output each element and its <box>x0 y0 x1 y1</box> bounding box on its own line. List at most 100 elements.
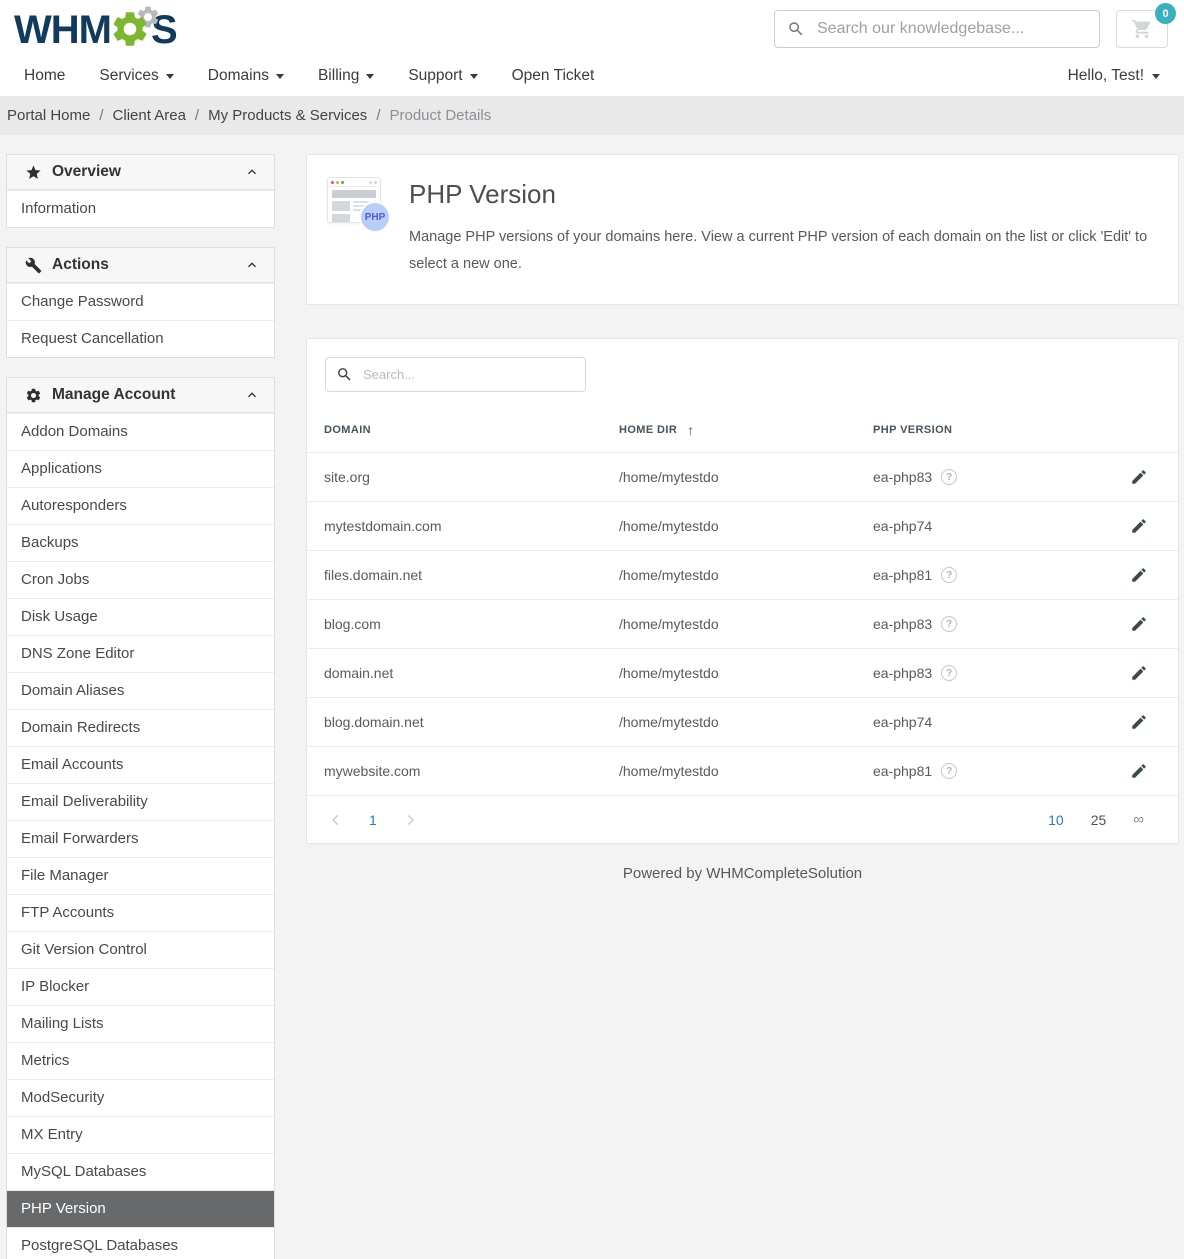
sidebar-item-mailing-lists[interactable]: Mailing Lists <box>7 1005 274 1042</box>
sidebar-item-mx-entry[interactable]: MX Entry <box>7 1116 274 1153</box>
home-dir-cell: /home/mytestdo <box>619 714 873 730</box>
php-version-cell: ea-php74 <box>873 714 932 730</box>
page-size-10[interactable]: 10 <box>1048 812 1064 828</box>
whmcs-logo[interactable]: WHM S <box>14 6 177 52</box>
edit-button[interactable] <box>1124 511 1154 541</box>
chevron-down-icon <box>366 74 374 79</box>
pencil-icon <box>1130 762 1148 780</box>
logo-text-whm: WHM <box>14 8 111 52</box>
gear-icon <box>109 8 151 50</box>
sidebar-item-ip-blocker[interactable]: IP Blocker <box>7 968 274 1005</box>
top-header: WHM S 0 <box>0 0 1184 56</box>
chevron-down-icon <box>166 74 174 79</box>
previous-page-icon[interactable] <box>329 813 343 827</box>
sidebar-item-applications[interactable]: Applications <box>7 450 274 487</box>
sidebar-item-addon-domains[interactable]: Addon Domains <box>7 413 274 450</box>
breadcrumb-my-products[interactable]: My Products & Services <box>208 107 367 124</box>
domain-cell: mywebsite.com <box>324 763 619 779</box>
edit-button[interactable] <box>1124 658 1154 688</box>
cart-button[interactable]: 0 <box>1116 10 1168 48</box>
sidebar-item-git-version-control[interactable]: Git Version Control <box>7 931 274 968</box>
table-row: blog.com /home/mytestdo ea-php83? <box>307 599 1178 648</box>
next-page-icon[interactable] <box>403 813 417 827</box>
main-content: PHP PHP Version Manage PHP versions of y… <box>306 154 1179 912</box>
breadcrumb-separator: / <box>99 107 103 124</box>
sidebar-item-dns-zone-editor[interactable]: DNS Zone Editor <box>7 635 274 672</box>
table-search <box>325 357 586 392</box>
page-size-25[interactable]: 25 <box>1091 812 1107 828</box>
nav-item-billing[interactable]: Billing <box>318 67 374 85</box>
pencil-icon <box>1130 713 1148 731</box>
sidebar-item-email-deliverability[interactable]: Email Deliverability <box>7 783 274 820</box>
sidebar-item-metrics[interactable]: Metrics <box>7 1042 274 1079</box>
sidebar-panel-overview: Overview Information <box>6 154 275 228</box>
nav-item-open-ticket[interactable]: Open Ticket <box>512 67 595 85</box>
logo-gears <box>109 6 153 52</box>
sidebar-item-autoresponders[interactable]: Autoresponders <box>7 487 274 524</box>
chevron-down-icon <box>470 74 478 79</box>
page-size-all-icon[interactable]: ∞ <box>1133 811 1144 828</box>
sidebar-item-domain-redirects[interactable]: Domain Redirects <box>7 709 274 746</box>
domain-cell: site.org <box>324 469 619 485</box>
edit-button[interactable] <box>1124 756 1154 786</box>
help-icon[interactable]: ? <box>941 616 957 632</box>
edit-button[interactable] <box>1124 462 1154 492</box>
sidebar-item-information[interactable]: Information <box>7 190 274 227</box>
user-account-menu[interactable]: Hello, Test! <box>1068 67 1160 85</box>
domain-cell: files.domain.net <box>324 567 619 583</box>
help-icon[interactable]: ? <box>941 665 957 681</box>
sidebar-item-backups[interactable]: Backups <box>7 524 274 561</box>
nav-item-support[interactable]: Support <box>408 67 477 85</box>
help-icon[interactable]: ? <box>941 567 957 583</box>
breadcrumb-current-page: Product Details <box>389 107 491 124</box>
pencil-icon <box>1130 517 1148 535</box>
sidebar-item-disk-usage[interactable]: Disk Usage <box>7 598 274 635</box>
table-search-input[interactable] <box>363 367 575 382</box>
nav-item-domains[interactable]: Domains <box>208 67 284 85</box>
search-icon <box>336 366 353 383</box>
star-icon <box>25 164 42 181</box>
sidebar-item-mysql-databases[interactable]: MySQL Databases <box>7 1153 274 1190</box>
column-header-php-version[interactable]: PHP VERSION <box>873 424 1124 436</box>
column-header-domain[interactable]: DOMAIN <box>324 424 619 436</box>
breadcrumb: Portal Home / Client Area / My Products … <box>0 96 1184 135</box>
sidebar-item-email-accounts[interactable]: Email Accounts <box>7 746 274 783</box>
edit-button[interactable] <box>1124 707 1154 737</box>
sidebar-item-modsecurity[interactable]: ModSecurity <box>7 1079 274 1116</box>
chevron-down-icon <box>276 74 284 79</box>
domain-cell: mytestdomain.com <box>324 518 619 534</box>
edit-button[interactable] <box>1124 560 1154 590</box>
chevron-up-icon <box>244 257 260 273</box>
sidebar-item-request-cancellation[interactable]: Request Cancellation <box>7 320 274 357</box>
domain-cell: domain.net <box>324 665 619 681</box>
column-header-home-dir[interactable]: HOME DIR↑ <box>619 422 873 438</box>
breadcrumb-portal-home[interactable]: Portal Home <box>7 107 90 124</box>
panel-header-actions[interactable]: Actions <box>7 248 274 283</box>
php-version-cell: ea-php81 <box>873 763 932 779</box>
php-version-cell: ea-php81 <box>873 567 932 583</box>
help-icon[interactable]: ? <box>941 469 957 485</box>
nav-item-home[interactable]: Home <box>24 67 65 85</box>
chevron-up-icon <box>244 164 260 180</box>
page-number[interactable]: 1 <box>369 812 377 828</box>
panel-header-manage-account[interactable]: Manage Account <box>7 378 274 413</box>
panel-header-overview[interactable]: Overview <box>7 155 274 190</box>
sidebar-item-change-password[interactable]: Change Password <box>7 283 274 320</box>
php-version-cell: ea-php74 <box>873 518 932 534</box>
sidebar-item-email-forwarders[interactable]: Email Forwarders <box>7 820 274 857</box>
home-dir-cell: /home/mytestdo <box>619 567 873 583</box>
nav-item-services[interactable]: Services <box>99 67 173 85</box>
main-nav: Home Services Domains Billing Support Op… <box>0 56 1184 96</box>
breadcrumb-client-area[interactable]: Client Area <box>113 107 186 124</box>
table-row: domain.net /home/mytestdo ea-php83? <box>307 648 1178 697</box>
sidebar-item-domain-aliases[interactable]: Domain Aliases <box>7 672 274 709</box>
knowledgebase-search-input[interactable] <box>817 20 1087 38</box>
help-icon[interactable]: ? <box>941 763 957 779</box>
sidebar-item-ftp-accounts[interactable]: FTP Accounts <box>7 894 274 931</box>
sidebar-item-php-version[interactable]: PHP Version <box>7 1190 274 1227</box>
sidebar-item-cron-jobs[interactable]: Cron Jobs <box>7 561 274 598</box>
gear-icon <box>25 387 42 404</box>
edit-button[interactable] <box>1124 609 1154 639</box>
sidebar-item-postgresql-databases[interactable]: PostgreSQL Databases <box>7 1227 274 1259</box>
sidebar-item-file-manager[interactable]: File Manager <box>7 857 274 894</box>
